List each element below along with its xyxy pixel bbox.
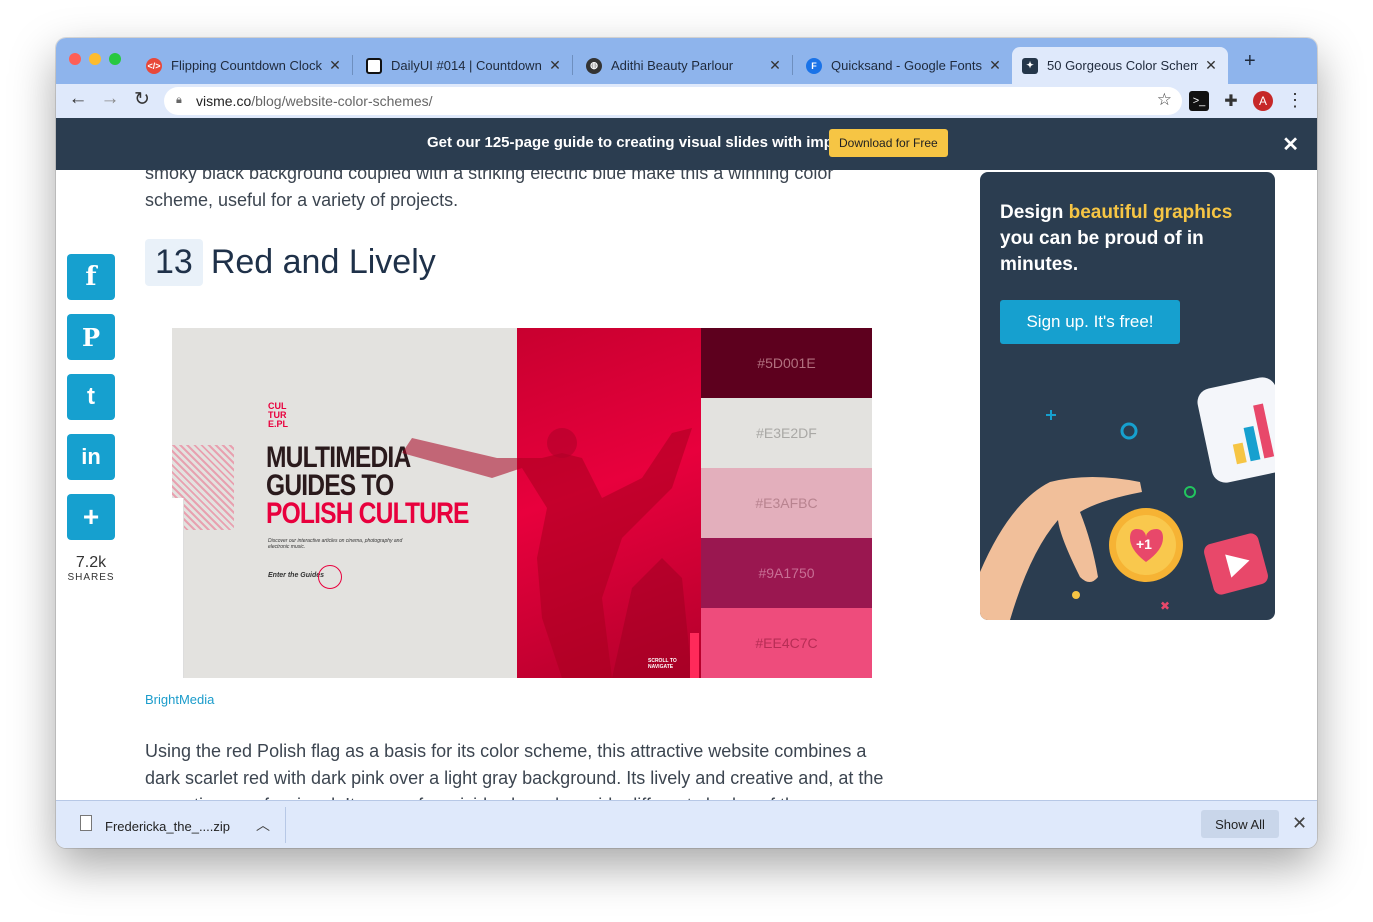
pinterest-share-button[interactable]: P [67,314,115,360]
ad-text-before: Design [1000,202,1069,223]
section-title: Red and Lively [210,243,436,281]
tab-color-schemes[interactable]: ✦ 50 Gorgeous Color Scheme ✕ [1012,47,1228,84]
back-button[interactable]: ← [66,88,90,110]
swatch-e3e2df: #E3E2DF [701,398,872,468]
close-download-bar-icon[interactable]: ✕ [1292,813,1307,834]
download-bar: Fredericka_the_....zip ︿ Show All ✕ [56,800,1317,848]
tab-separator [792,55,793,75]
twitter-share-button[interactable]: t [67,374,115,420]
culture-logo: CUL TUR E.PL [268,401,289,429]
share-count-value: 7.2k [75,554,107,571]
ring-icon [1120,422,1138,440]
tab-title: Flipping Countdown Clock \ [171,58,322,73]
image-cta: Enter the Guides [268,572,325,579]
arrow-circle-icon [318,565,342,589]
tab-separator [572,55,573,75]
close-tab-icon[interactable]: ✕ [768,57,782,74]
close-tab-icon[interactable]: ✕ [548,57,562,74]
swatch-9a1750: #9A1750 [701,538,872,608]
facebook-share-button[interactable]: f [67,254,115,300]
zip-file-icon [80,815,92,831]
tab-quicksand[interactable]: F Quicksand - Google Fonts ✕ [796,47,1012,84]
profile-avatar[interactable]: A [1253,91,1273,111]
menu-kebab-icon[interactable]: ⋮ [1285,91,1305,111]
tab-strip: </> Flipping Countdown Clock \ ✕ DailyUI… [56,38,1317,84]
download-filename[interactable]: Fredericka_the_....zip [105,819,230,834]
tab-dailyui[interactable]: DailyUI #014 | Countdown T ✕ [356,47,572,84]
section-heading: 13 Red and Lively [145,239,436,286]
scroll-hint: SCROLL TO NAVIGATE [648,658,677,670]
terminal-extension-icon[interactable]: >_ [1189,91,1209,111]
close-tab-icon[interactable]: ✕ [988,57,1002,74]
more-share-button[interactable]: + [67,494,115,540]
tab-title: 50 Gorgeous Color Scheme [1047,58,1198,73]
close-tab-icon[interactable]: ✕ [328,57,342,74]
sidebar-ad: Design beautiful graphics you can be pro… [980,172,1275,620]
browser-toolbar: ← → ↻ 🔒︎ visme.co/blog/website-color-sch… [56,84,1317,118]
minimize-window-button[interactable] [89,53,101,65]
address-bar[interactable]: 🔒︎ visme.co/blog/website-color-schemes/ … [164,87,1182,115]
show-all-downloads-button[interactable]: Show All [1201,810,1279,838]
download-separator [285,807,286,843]
visme-icon: ✦ [1022,57,1038,74]
google-fonts-icon: F [806,57,822,74]
promo-banner: Get our 125-page guide to creating visua… [56,118,1317,170]
browser-window: </> Flipping Countdown Clock \ ✕ DailyUI… [56,38,1317,848]
plus-icon [1046,410,1056,420]
section-number: 13 [145,239,203,286]
zoom-window-button[interactable] [109,53,121,65]
ad-highlight: beautiful graphics [1068,202,1233,223]
banner-close-icon[interactable]: ✕ [1282,132,1299,157]
codepen-red-icon: </> [146,57,162,74]
swatch-ee4c7c: #EE4C7C [701,608,872,678]
close-window-button[interactable] [69,53,81,65]
globe-icon: ◍ [586,57,602,74]
swatch-e3afbc: #E3AFBC [701,468,872,538]
x-mark-icon: ✖ [1160,599,1170,613]
tab-flipping-countdown[interactable]: </> Flipping Countdown Clock \ ✕ [136,47,352,84]
like-badge-text: +1 [1136,536,1152,552]
intro-paragraph: smoky black background coupled with a st… [145,170,834,210]
tab-title: DailyUI #014 | Countdown T [391,58,542,73]
codepen-icon [366,57,382,74]
forward-button[interactable]: → [98,88,122,110]
dancer-silhouette [402,428,692,678]
banner-text: Get our 125-page guide to creating visua… [427,134,855,151]
url-text: visme.co/blog/website-color-schemes/ [196,93,433,109]
extensions-puzzle-icon[interactable]: ✚ [1221,91,1241,111]
linkedin-share-button[interactable]: in [67,434,115,480]
ad-headline: Design beautiful graphics you can be pro… [1000,200,1260,278]
ring-green-icon [1184,486,1196,498]
tab-separator [352,55,353,75]
share-count-label: SHARES [67,572,115,583]
image-credit-link[interactable]: BrightMedia [145,692,214,707]
tab-adithi[interactable]: ◍ Adithi Beauty Parlour ✕ [576,47,792,84]
share-count: 7.2k SHARES [64,554,118,583]
bookmark-star-icon[interactable]: ☆ [1157,90,1172,110]
dot-icon [1072,591,1080,599]
article-image: CUL TUR E.PL MULTIMEDIA GUIDES TO POLISH… [172,328,872,678]
image-side-nav [172,498,184,678]
new-tab-button[interactable]: + [1244,50,1256,73]
close-tab-icon[interactable]: ✕ [1204,57,1218,74]
tab-title: Adithi Beauty Parlour [611,58,734,73]
tab-title: Quicksand - Google Fonts [831,58,982,73]
body-paragraph: Using the red Polish flag as a basis for… [145,741,884,800]
swatch-5d001e: #5D001E [701,328,872,398]
ad-text-after: you can be proud of in minutes. [1000,228,1204,275]
download-free-button[interactable]: Download for Free [829,129,948,157]
image-progress-marker [690,633,699,678]
reload-button[interactable]: ↻ [130,88,154,111]
ad-illustration: ✖ +1 [980,377,1275,620]
chevron-up-icon[interactable]: ︿ [256,815,270,835]
lock-icon: 🔒︎ [176,94,182,106]
signup-button[interactable]: Sign up. It's free! [1000,300,1180,344]
